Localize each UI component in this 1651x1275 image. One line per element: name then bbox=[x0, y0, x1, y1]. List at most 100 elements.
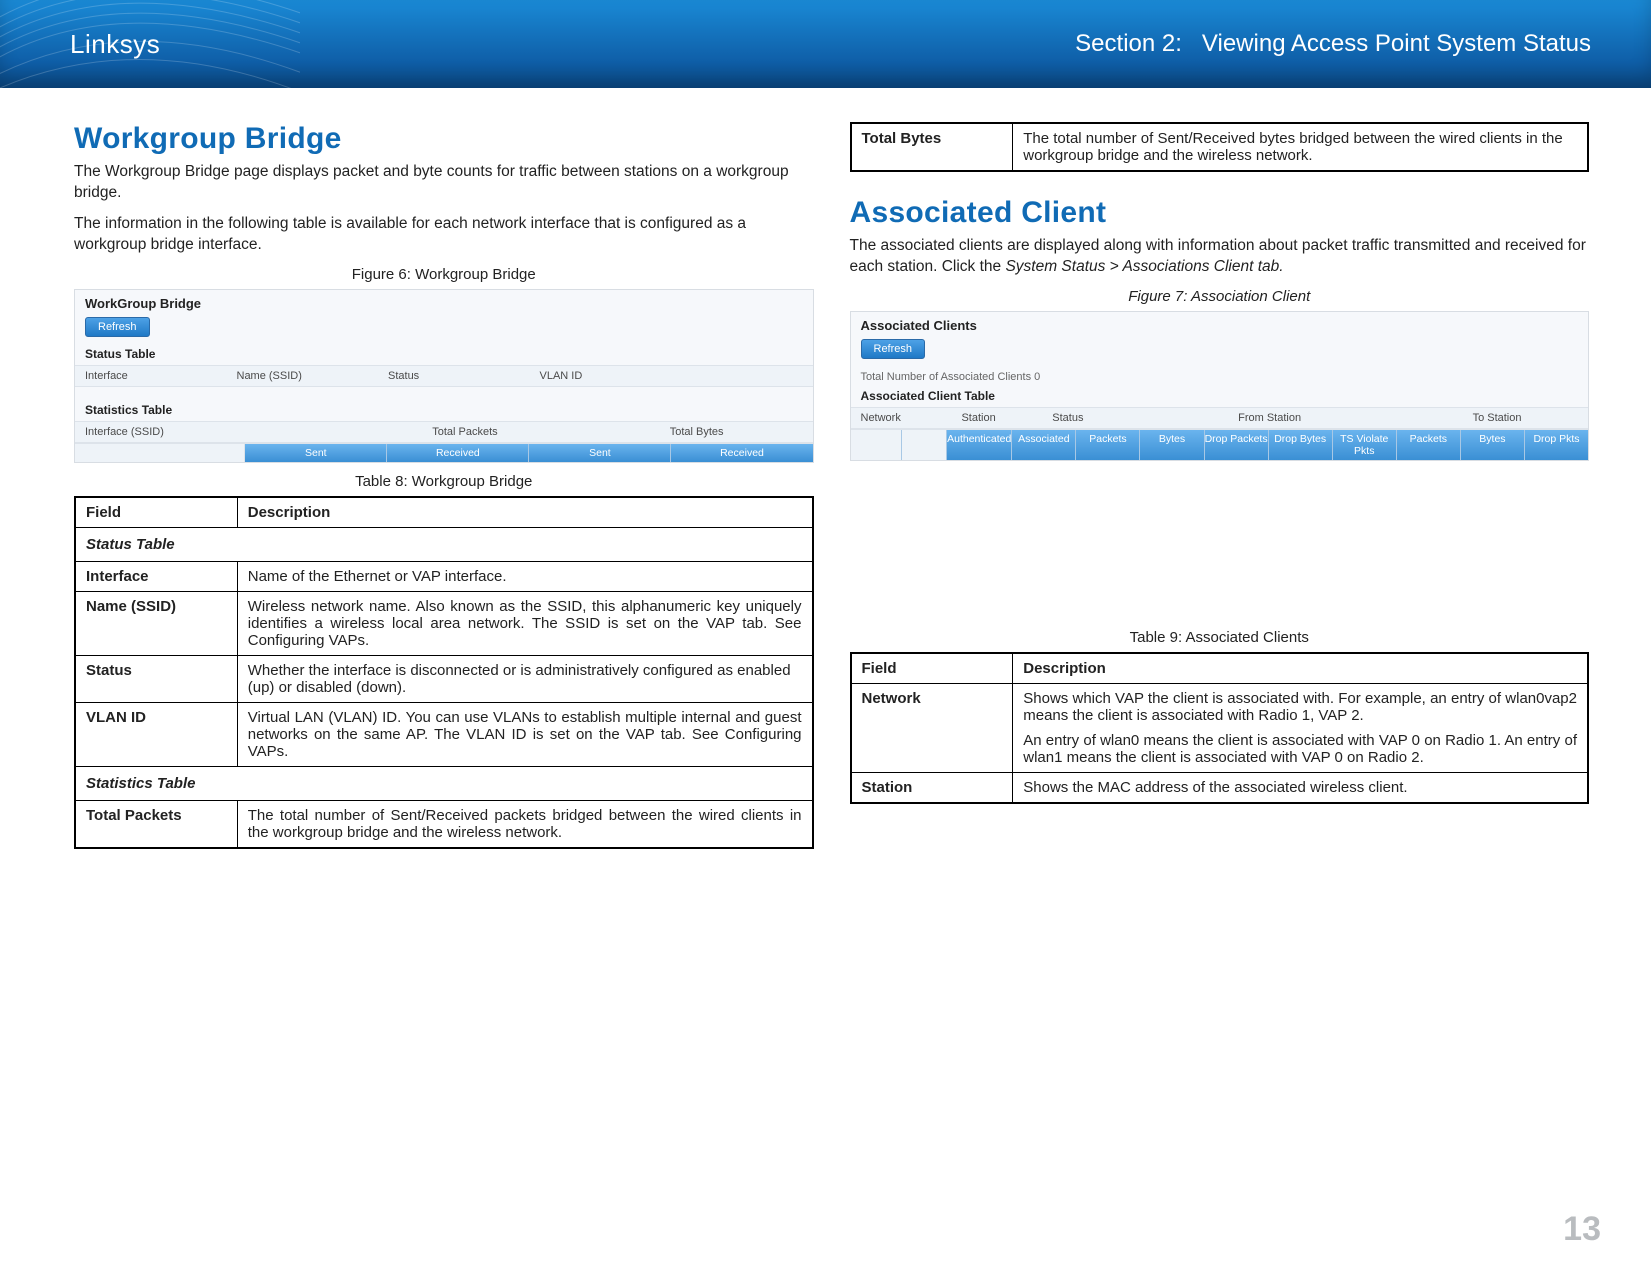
field-name: Interface bbox=[75, 561, 237, 591]
shot-title: WorkGroup Bridge bbox=[75, 290, 813, 313]
th-field: Field bbox=[851, 653, 1013, 684]
shot-title: Associated Clients bbox=[851, 312, 1589, 335]
figure-caption: Figure 7: Association Client bbox=[850, 288, 1590, 305]
table-workgroup-bridge-cont: Total Bytes The total number of Sent/Rec… bbox=[850, 122, 1590, 172]
pill-sent: Sent bbox=[245, 444, 387, 462]
col-station: Station bbox=[951, 408, 1042, 428]
table-row: VLAN ID Virtual LAN (VLAN) ID. You can u… bbox=[75, 702, 813, 766]
shot-subheading: Status Table bbox=[75, 345, 813, 365]
field-desc: Shows which VAP the client is associated… bbox=[1013, 683, 1588, 772]
field-desc: Whether the interface is disconnected or… bbox=[237, 655, 812, 702]
col-vlan-id: VLAN ID bbox=[530, 366, 813, 386]
total-clients-note: Total Number of Associated Clients 0 bbox=[851, 367, 1589, 387]
col-total-bytes: Total Bytes bbox=[581, 422, 813, 442]
desc-para: An entry of wlan0 means the client is as… bbox=[1023, 732, 1577, 766]
pill: Bytes bbox=[1140, 430, 1204, 460]
col-interface: Interface bbox=[75, 366, 227, 386]
section-title: Section 2: Viewing Access Point System S… bbox=[1075, 30, 1591, 58]
field-name: Station bbox=[851, 772, 1013, 803]
page-header: Linksys Section 2: Viewing Access Point … bbox=[0, 0, 1651, 88]
figure-workgroup-bridge: WorkGroup Bridge Refresh Status Table In… bbox=[74, 289, 814, 463]
stats-table-header: Interface (SSID) Total Packets Total Byt… bbox=[75, 421, 813, 443]
table-caption: Table 9: Associated Clients bbox=[850, 629, 1590, 646]
figure-associated-clients: Associated Clients Refresh Total Number … bbox=[850, 311, 1590, 461]
paragraph: The Workgroup Bridge page displays packe… bbox=[74, 162, 814, 204]
refresh-button[interactable]: Refresh bbox=[85, 317, 150, 337]
table-section-row: Status Table bbox=[75, 527, 813, 561]
table-row: Total Bytes The total number of Sent/Rec… bbox=[851, 123, 1589, 171]
nav-path: System Status > Associations Client tab. bbox=[1005, 258, 1283, 275]
shot-subheading: Statistics Table bbox=[75, 401, 813, 421]
col-from-station: From Station bbox=[1133, 408, 1406, 428]
field-desc: The total number of Sent/Received packet… bbox=[237, 800, 812, 848]
desc-para: Shows which VAP the client is associated… bbox=[1023, 690, 1577, 724]
table-header-row: Field Description bbox=[851, 653, 1589, 684]
field-name: Network bbox=[851, 683, 1013, 772]
th-field: Field bbox=[75, 497, 237, 528]
col-network: Network bbox=[851, 408, 952, 428]
field-name: Total Bytes bbox=[851, 123, 1013, 171]
paragraph: The information in the following table i… bbox=[74, 214, 814, 256]
pill: Drop Pkts bbox=[1525, 430, 1588, 460]
refresh-button[interactable]: Refresh bbox=[861, 339, 926, 359]
pill-received: Received bbox=[671, 444, 812, 462]
heading-workgroup-bridge: Workgroup Bridge bbox=[74, 122, 814, 156]
right-column: Total Bytes The total number of Sent/Rec… bbox=[850, 122, 1590, 849]
col-status: Status bbox=[1042, 408, 1133, 428]
table-header-row: Field Description bbox=[75, 497, 813, 528]
content-columns: Workgroup Bridge The Workgroup Bridge pa… bbox=[0, 88, 1651, 849]
page: Linksys Section 2: Viewing Access Point … bbox=[0, 0, 1651, 1275]
pill: Associated bbox=[1012, 430, 1076, 460]
field-desc: Name of the Ethernet or VAP interface. bbox=[237, 561, 812, 591]
pill-received: Received bbox=[387, 444, 529, 462]
shot-subheading: Associated Client Table bbox=[851, 387, 1589, 407]
table-row: Station Shows the MAC address of the ass… bbox=[851, 772, 1589, 803]
assoc-table-header: Network Station Status From Station To S… bbox=[851, 407, 1589, 429]
col-name-ssid: Name (SSID) bbox=[227, 366, 379, 386]
left-column: Workgroup Bridge The Workgroup Bridge pa… bbox=[74, 122, 814, 849]
field-desc: Shows the MAC address of the associated … bbox=[1013, 772, 1588, 803]
section-statistics-table: Statistics Table bbox=[75, 766, 813, 800]
col-interface-ssid: Interface (SSID) bbox=[75, 422, 349, 442]
pill: TS Violate Pkts bbox=[1333, 430, 1397, 460]
assoc-subheader: Authenticated Associated Packets Bytes D… bbox=[851, 429, 1589, 460]
pill: Packets bbox=[1397, 430, 1461, 460]
section-name: Viewing Access Point System Status bbox=[1202, 30, 1591, 57]
field-name: Total Packets bbox=[75, 800, 237, 848]
section-prefix: Section 2: bbox=[1075, 30, 1182, 57]
pill: Authenticated bbox=[947, 430, 1012, 460]
pill: Packets bbox=[1076, 430, 1140, 460]
table-row: Network Shows which VAP the client is as… bbox=[851, 683, 1589, 772]
table-associated-clients: Field Description Network Shows which VA… bbox=[850, 652, 1590, 804]
table-row: Interface Name of the Ethernet or VAP in… bbox=[75, 561, 813, 591]
page-number: 13 bbox=[1563, 1210, 1601, 1249]
status-table-header: Interface Name (SSID) Status VLAN ID bbox=[75, 365, 813, 387]
table-section-row: Statistics Table bbox=[75, 766, 813, 800]
field-desc: Wireless network name. Also known as the… bbox=[237, 591, 812, 655]
field-desc: The total number of Sent/Received bytes … bbox=[1013, 123, 1588, 171]
field-desc: Virtual LAN (VLAN) ID. You can use VLANs… bbox=[237, 702, 812, 766]
col-to-station: To Station bbox=[1406, 408, 1588, 428]
stats-subheader: Sent Received Sent Received bbox=[75, 443, 813, 462]
col-total-packets: Total Packets bbox=[349, 422, 581, 442]
table-caption: Table 8: Workgroup Bridge bbox=[74, 473, 814, 490]
brand-logo: Linksys bbox=[70, 29, 160, 60]
field-name: Status bbox=[75, 655, 237, 702]
pill: Drop Packets bbox=[1205, 430, 1269, 460]
pill-sent: Sent bbox=[529, 444, 671, 462]
table-row: Total Packets The total number of Sent/R… bbox=[75, 800, 813, 848]
th-description: Description bbox=[237, 497, 812, 528]
section-status-table: Status Table bbox=[75, 527, 813, 561]
table-row: Status Whether the interface is disconne… bbox=[75, 655, 813, 702]
col-status: Status bbox=[378, 366, 530, 386]
table-workgroup-bridge: Field Description Status Table Interface… bbox=[74, 496, 814, 849]
pill: Bytes bbox=[1461, 430, 1525, 460]
field-name: VLAN ID bbox=[75, 702, 237, 766]
heading-associated-client: Associated Client bbox=[850, 196, 1590, 230]
paragraph: The associated clients are displayed alo… bbox=[850, 236, 1590, 278]
pill: Drop Bytes bbox=[1269, 430, 1333, 460]
table-row: Name (SSID) Wireless network name. Also … bbox=[75, 591, 813, 655]
figure-caption: Figure 6: Workgroup Bridge bbox=[74, 266, 814, 283]
field-name: Name (SSID) bbox=[75, 591, 237, 655]
th-description: Description bbox=[1013, 653, 1588, 684]
